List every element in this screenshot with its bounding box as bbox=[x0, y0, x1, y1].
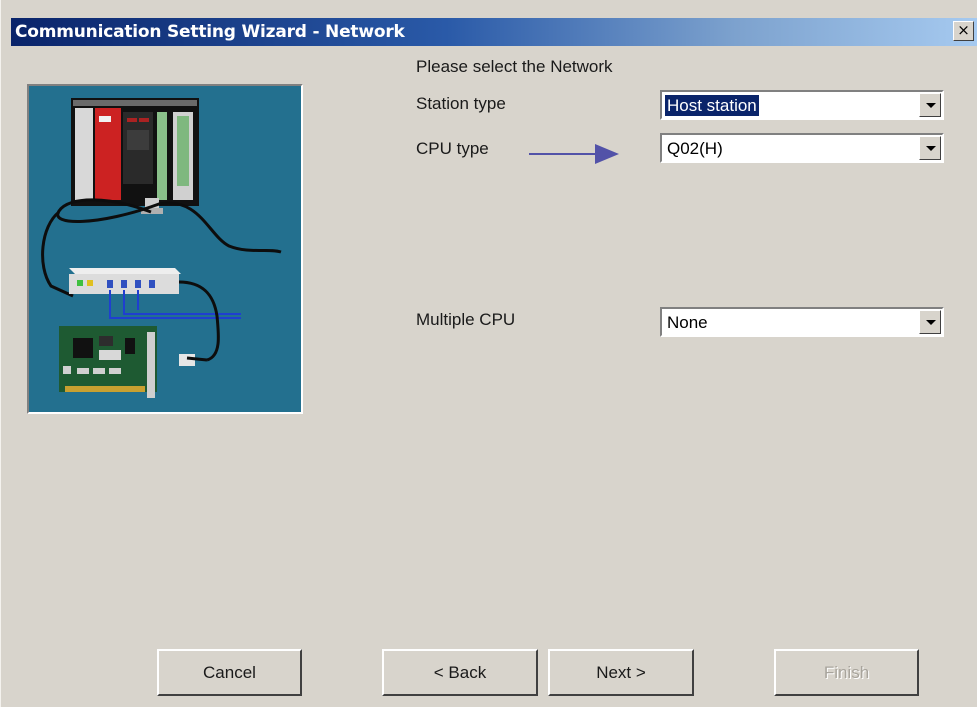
back-button[interactable]: < Back bbox=[382, 649, 538, 696]
chevron-down-icon bbox=[926, 103, 936, 108]
station-type-select[interactable]: Host station bbox=[660, 90, 944, 120]
finish-button[interactable]: Finish bbox=[774, 649, 919, 696]
close-button[interactable]: × bbox=[953, 21, 974, 41]
cpu-type-dropdown-button[interactable] bbox=[919, 136, 941, 160]
multiple-cpu-value: None bbox=[667, 313, 708, 332]
multiple-cpu-dropdown-button[interactable] bbox=[919, 310, 941, 334]
title-bar[interactable]: Communication Setting Wizard - Network × bbox=[11, 18, 977, 46]
arrow-right-icon bbox=[529, 144, 619, 164]
cpu-type-value: Q02(H) bbox=[667, 139, 723, 158]
station-type-value: Host station bbox=[665, 95, 759, 116]
window-title: Communication Setting Wizard - Network bbox=[15, 22, 405, 42]
station-type-dropdown-button[interactable] bbox=[919, 93, 941, 117]
wizard-window: Communication Setting Wizard - Network × bbox=[0, 0, 977, 707]
chevron-down-icon bbox=[926, 320, 936, 325]
cpu-type-select[interactable]: Q02(H) bbox=[660, 133, 944, 163]
station-type-label: Station type bbox=[416, 94, 506, 113]
close-icon: × bbox=[957, 21, 970, 39]
multiple-cpu-label: Multiple CPU bbox=[416, 310, 516, 329]
chevron-down-icon bbox=[926, 146, 936, 151]
next-button[interactable]: Next > bbox=[548, 649, 694, 696]
network-hub bbox=[69, 268, 181, 274]
prompt-text: Please select the Network bbox=[416, 57, 613, 76]
plc-network-illustration bbox=[27, 84, 303, 414]
multiple-cpu-select[interactable]: None bbox=[660, 307, 944, 337]
plc-illustration-graphic bbox=[41, 98, 282, 398]
cpu-type-label: CPU type bbox=[416, 139, 489, 158]
cancel-button[interactable]: Cancel bbox=[157, 649, 302, 696]
